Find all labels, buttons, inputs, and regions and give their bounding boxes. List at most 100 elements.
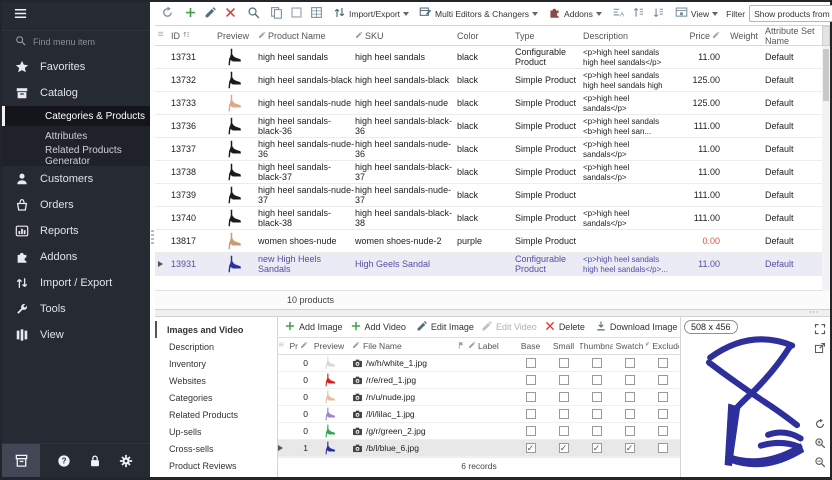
- add-image-button[interactable]: Add Image: [281, 317, 346, 337]
- product-row-13740[interactable]: 13740high heel sandals-black-38high heel…: [155, 207, 830, 230]
- fullscreen-icon[interactable]: [814, 322, 826, 340]
- sidebar-item-tools[interactable]: Tools: [2, 296, 150, 322]
- product-row-13733[interactable]: 13733high heel sandals-nudehigh heel san…: [155, 92, 830, 115]
- checkbox[interactable]: [526, 426, 536, 436]
- checkbox[interactable]: [658, 358, 668, 368]
- add-product-button[interactable]: [181, 4, 200, 24]
- add-video-button[interactable]: Add Video: [347, 317, 409, 337]
- zoom-out-icon[interactable]: [814, 455, 826, 473]
- checkbox[interactable]: ✓: [592, 443, 602, 453]
- checkbox[interactable]: [526, 409, 536, 419]
- checkbox[interactable]: [625, 426, 635, 436]
- checkbox[interactable]: [559, 409, 569, 419]
- rotate-icon[interactable]: [814, 417, 826, 435]
- delete-product-button[interactable]: [221, 4, 240, 24]
- tab-up-sells[interactable]: Up-sells: [155, 423, 277, 440]
- checkbox[interactable]: [526, 358, 536, 368]
- checkbox[interactable]: [526, 392, 536, 402]
- sidebar-bottom-store[interactable]: [2, 444, 40, 477]
- sidebar-subitem-related-products-generator[interactable]: Related Products Generator: [2, 146, 150, 166]
- checkbox[interactable]: [625, 375, 635, 385]
- product-row-13736[interactable]: 13736high heel sandals-black-36high heel…: [155, 115, 830, 138]
- checkbox[interactable]: [658, 426, 668, 436]
- checkbox[interactable]: [592, 409, 602, 419]
- checkbox[interactable]: ✓: [526, 443, 536, 453]
- checkbox[interactable]: [625, 358, 635, 368]
- sidebar-item-favorites[interactable]: Favorites: [2, 54, 150, 80]
- tab-related-products[interactable]: Related Products: [155, 406, 277, 423]
- product-row-13739[interactable]: 13739high heel sandals-nude-37high heel …: [155, 184, 830, 207]
- tab-websites[interactable]: Websites: [155, 372, 277, 389]
- checkbox[interactable]: [526, 375, 536, 385]
- checkbox[interactable]: [559, 392, 569, 402]
- column-header-exclude[interactable]: Exclude: [646, 341, 679, 351]
- checkbox[interactable]: [592, 426, 602, 436]
- column-header-thumbnail[interactable]: Thumbna: [580, 341, 613, 351]
- column-header-id[interactable]: ID: [168, 30, 208, 41]
- checkbox[interactable]: [592, 375, 602, 385]
- column-header-small[interactable]: Small: [547, 341, 580, 351]
- product-row-13737[interactable]: 13737high heel sandals-nude-36high heel …: [155, 138, 830, 161]
- checkbox[interactable]: ✓: [625, 443, 635, 453]
- sidebar-bottom-settings[interactable]: [119, 454, 133, 468]
- sidebar-item-customers[interactable]: Customers: [2, 166, 150, 192]
- sidebar-item-reports[interactable]: Reports: [2, 218, 150, 244]
- view-menu[interactable]: View: [672, 4, 721, 24]
- column-up-button[interactable]: [629, 4, 648, 24]
- vertical-scrollbar[interactable]: [822, 27, 830, 291]
- copy-button[interactable]: [267, 4, 286, 24]
- column-header-pr[interactable]: Pr: [286, 341, 308, 351]
- column-down-button[interactable]: [649, 4, 668, 24]
- column-header-price[interactable]: Price: [675, 31, 723, 41]
- sidebar-item-import-export[interactable]: Import / Export: [2, 270, 150, 296]
- filter-dropdown[interactable]: Show products from selected categories: [749, 5, 832, 22]
- zoom-in-icon[interactable]: [814, 436, 826, 454]
- sidebar-item-orders[interactable]: Orders: [2, 192, 150, 218]
- checkbox[interactable]: [658, 375, 668, 385]
- column-header-attribute-set[interactable]: Attribute Set Name: [765, 26, 822, 46]
- import-export-menu[interactable]: Import/Export: [330, 4, 412, 24]
- column-header-label[interactable]: Label: [468, 341, 514, 351]
- checkbox[interactable]: [559, 375, 569, 385]
- horizontal-splitter[interactable]: ⋯: [155, 309, 830, 317]
- edit-image-button[interactable]: Edit Image: [413, 317, 477, 337]
- checkbox[interactable]: [625, 409, 635, 419]
- image-row[interactable]: 0/r/e/red_1.jpg: [278, 372, 680, 389]
- product-row-13731[interactable]: 13731high heel sandalshigh heel sandalsb…: [155, 46, 830, 69]
- product-row-13931[interactable]: 13931new High Heels SandalsHigh Geels Sa…: [155, 253, 830, 276]
- column-header-swatch[interactable]: Swatch: [613, 341, 646, 351]
- column-header-product-name[interactable]: Product Name: [258, 31, 355, 41]
- column-header-description[interactable]: Description: [583, 31, 675, 41]
- sidebar-subitem-attributes[interactable]: Attributes: [2, 126, 150, 146]
- column-header-weight[interactable]: Weight: [723, 31, 765, 41]
- product-row-13738[interactable]: 13738high heel sandals-black-37high heel…: [155, 161, 830, 184]
- column-header-type[interactable]: Type: [515, 31, 583, 41]
- edit-product-button[interactable]: [201, 4, 220, 24]
- tab-cross-sells[interactable]: Cross-sells: [155, 440, 277, 457]
- scrollbar-thumb[interactable]: [823, 49, 829, 101]
- checkbox[interactable]: [658, 392, 668, 402]
- sort-az-button[interactable]: A: [609, 4, 628, 24]
- checkbox[interactable]: [658, 443, 668, 453]
- sidebar-bottom-help[interactable]: ?: [57, 454, 71, 468]
- open-external-icon[interactable]: [814, 341, 826, 359]
- checkbox[interactable]: [559, 358, 569, 368]
- sidebar-item-view[interactable]: View: [2, 322, 150, 348]
- checkbox[interactable]: [592, 392, 602, 402]
- addons-menu[interactable]: Addons: [545, 4, 605, 24]
- checkbox[interactable]: [592, 358, 602, 368]
- sidebar-bottom-lock[interactable]: [88, 454, 102, 468]
- column-header-flag[interactable]: [454, 341, 468, 352]
- product-row-13732[interactable]: 13732high heel sandals-blackhigh heel sa…: [155, 69, 830, 92]
- product-row-13817[interactable]: 13817women shoes-nudewomen shoes-nude-2p…: [155, 230, 830, 253]
- column-header-img-preview[interactable]: Preview: [308, 341, 350, 351]
- image-row[interactable]: 0/l/i/lilac_1.jpg: [278, 406, 680, 423]
- column-header-file-name[interactable]: File Name: [350, 341, 454, 351]
- delete-image-button[interactable]: Delete: [541, 317, 588, 337]
- download-image-button[interactable]: Download Image: [592, 317, 681, 337]
- sidebar-item-addons[interactable]: Addons: [2, 244, 150, 270]
- refresh-button[interactable]: [158, 4, 177, 24]
- multi-editors-menu[interactable]: Multi Editors & Changers: [416, 4, 541, 24]
- image-row[interactable]: 0/w/h/white_1.jpg: [278, 355, 680, 372]
- sidebar-subitem-categories-products[interactable]: Categories & Products: [2, 106, 150, 126]
